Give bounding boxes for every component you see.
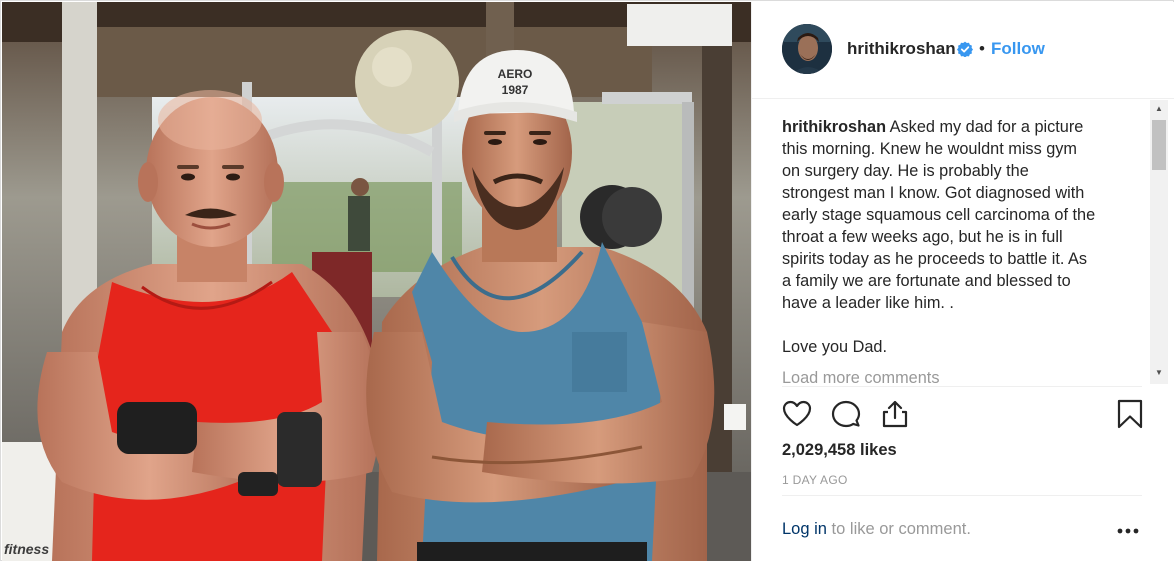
scroll-thumb[interactable] bbox=[1152, 120, 1166, 170]
follow-button[interactable]: Follow bbox=[991, 39, 1045, 59]
load-more-comments-button[interactable]: Load more comments bbox=[782, 367, 1142, 386]
caption-first-line: hrithikroshan Asked my dad for a picture bbox=[782, 116, 1142, 138]
footer-divider bbox=[782, 495, 1142, 496]
bookmark-icon[interactable] bbox=[1114, 398, 1146, 430]
caption-text-line: throat a few weeks ago, but he is in ful… bbox=[782, 228, 1063, 246]
caption-text-line: spirits today as he proceeds to battle i… bbox=[782, 250, 1087, 268]
login-link[interactable]: Log in bbox=[782, 520, 827, 538]
caption-text-line: strongest man I know. Got diagnosed with bbox=[782, 184, 1085, 202]
caption-text-line: have a leader like him. . bbox=[782, 294, 954, 312]
avatar[interactable] bbox=[782, 24, 832, 74]
verified-badge-icon bbox=[957, 41, 973, 57]
login-prompt: Log in to like or comment. bbox=[782, 520, 971, 539]
bench-brand-text: fitness bbox=[4, 541, 49, 557]
caption-comments-area[interactable]: hrithikroshan Asked my dad for a picture… bbox=[782, 116, 1142, 386]
instagram-post-frame: fitness AERO 1987 hrithikroshan • Follow… bbox=[0, 0, 1174, 561]
post-timestamp[interactable]: 1 DAY AGO bbox=[782, 473, 848, 487]
caption-text-line: on surgery day. He is probably the bbox=[782, 162, 1029, 180]
comments-scrollbar[interactable]: ▲ ▼ bbox=[1150, 100, 1168, 384]
post-header: hrithikroshan • Follow bbox=[752, 2, 1174, 99]
avatar-image bbox=[782, 24, 832, 74]
likes-count[interactable]: 2,029,458 likes bbox=[782, 441, 897, 460]
share-icon[interactable] bbox=[879, 398, 911, 430]
cap-text-year: 1987 bbox=[502, 83, 529, 97]
separator-dot: • bbox=[979, 39, 985, 58]
gym-photo-illustration: fitness AERO 1987 bbox=[2, 2, 751, 561]
caption-author[interactable]: hrithikroshan bbox=[782, 118, 886, 136]
actions-divider bbox=[782, 386, 1142, 387]
post-details-panel: hrithikroshan • Follow hrithikroshan Ask… bbox=[751, 2, 1174, 561]
more-options-icon[interactable] bbox=[1116, 521, 1140, 541]
caption-text-line: a family we are fortunate and blessed to bbox=[782, 272, 1071, 290]
caption-text-line: early stage squamous cell carcinoma of t… bbox=[782, 206, 1096, 224]
caption-text-line: Asked my dad for a picture bbox=[889, 118, 1084, 136]
scroll-up-arrow-icon[interactable]: ▲ bbox=[1150, 100, 1168, 118]
scroll-down-arrow-icon[interactable]: ▼ bbox=[1150, 364, 1168, 382]
caption-text-line: this morning. Knew he wouldnt miss gym bbox=[782, 140, 1077, 158]
cap-text-aero: AERO bbox=[498, 67, 533, 81]
comment-bubble-icon[interactable] bbox=[830, 398, 862, 430]
caption-closing-line: Love you Dad. bbox=[782, 338, 887, 356]
post-photo[interactable]: fitness AERO 1987 bbox=[2, 2, 751, 561]
post-author-username[interactable]: hrithikroshan bbox=[847, 39, 956, 59]
login-prompt-suffix: to like or comment. bbox=[826, 520, 971, 538]
heart-icon[interactable] bbox=[781, 398, 813, 430]
